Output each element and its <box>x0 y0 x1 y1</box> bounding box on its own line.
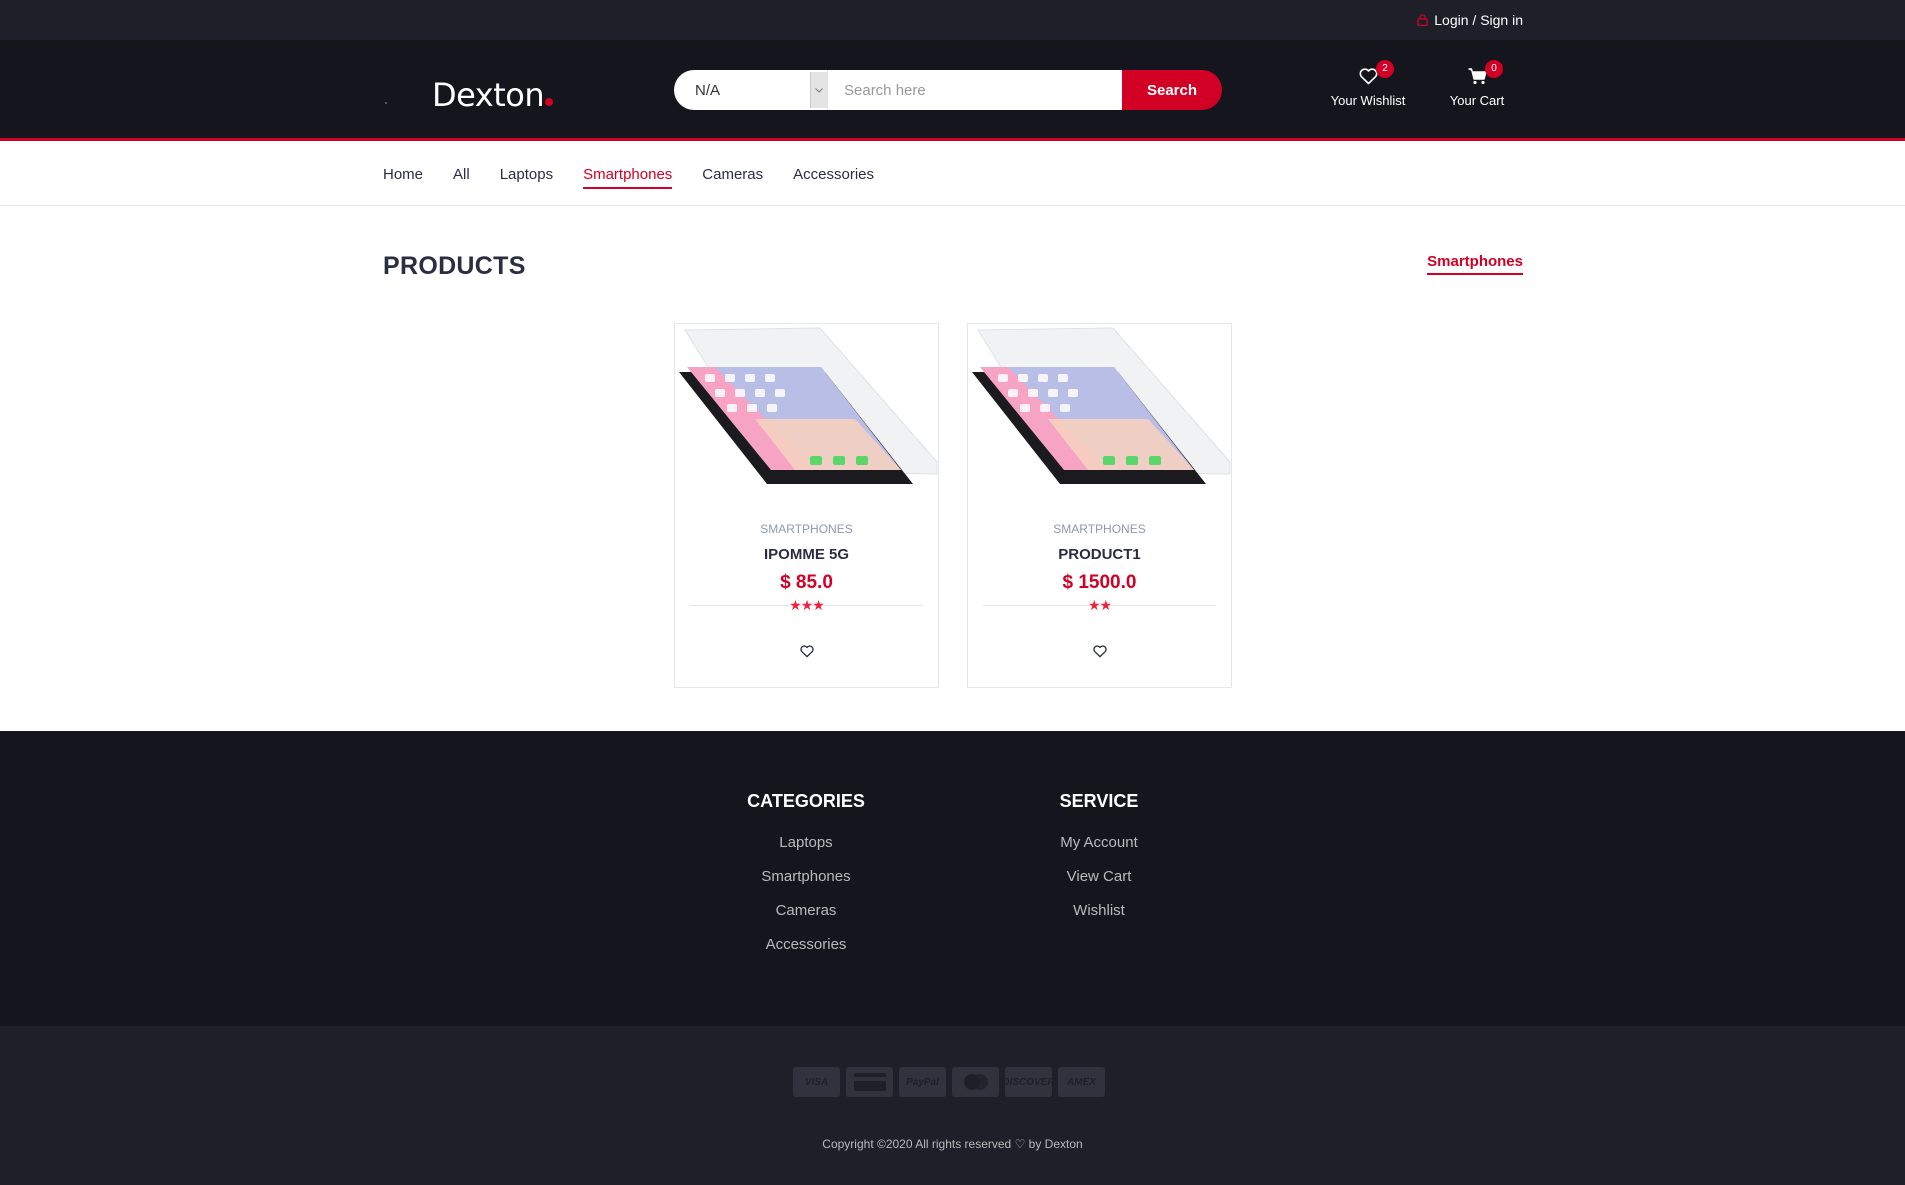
product-rating: ★★ <box>983 597 1216 629</box>
login-link[interactable]: Login / Sign in <box>1417 0 1523 40</box>
product-image[interactable] <box>675 324 938 504</box>
nav-item-smartphones[interactable]: Smartphones <box>583 166 673 189</box>
amex-icon: AMEX <box>1058 1067 1105 1097</box>
product-card: SMARTPHONES IPOMME 5G $ 85.0 ★★★ <box>674 323 939 688</box>
heart-icon <box>1359 68 1378 88</box>
search-button[interactable]: Search <box>1122 70 1222 110</box>
footer-service: SERVICE My Account View Cart Wishlist <box>999 791 1199 936</box>
cart-count-badge: 0 <box>1485 60 1503 78</box>
paypal-icon: PayPal <box>899 1067 946 1097</box>
product-card: SMARTPHONES PRODUCT1 $ 1500.0 ★★ <box>967 323 1232 688</box>
product-category: SMARTPHONES <box>1053 522 1146 536</box>
footer-service-title: SERVICE <box>1059 791 1139 811</box>
footer: CATEGORIES Laptops Smartphones Cameras A… <box>0 731 1905 1026</box>
active-filter-tab[interactable]: Smartphones <box>1427 253 1523 275</box>
nav-item-cameras[interactable]: Cameras <box>702 166 763 185</box>
category-select[interactable]: N/A <box>674 70 827 110</box>
cart-label: Your Cart <box>1449 93 1505 108</box>
footer-categories: CATEGORIES Laptops Smartphones Cameras A… <box>706 791 906 970</box>
wishlist-count-badge: 2 <box>1376 60 1394 78</box>
nav-item-laptops[interactable]: Laptops <box>500 166 553 185</box>
bottom-footer: VISA PayPal DISCOVER AMEX Copyright ©202… <box>0 1026 1905 1185</box>
main-navigation: Home All Laptops Smartphones Cameras Acc… <box>0 144 1905 206</box>
logo[interactable]: Dexton <box>432 76 554 114</box>
rating-stars: ★★★ <box>789 597 825 613</box>
heart-icon <box>799 645 814 663</box>
logo-text: Dexton <box>432 76 545 114</box>
top-bar: Login / Sign in <box>0 0 1905 40</box>
add-to-wishlist-button[interactable] <box>968 645 1231 663</box>
product-image[interactable] <box>968 324 1231 504</box>
footer-link-wishlist[interactable]: Wishlist <box>999 902 1199 919</box>
mastercard-icon <box>952 1067 999 1097</box>
logo-dot <box>545 98 554 106</box>
credit-card-icon <box>846 1067 893 1097</box>
product-name[interactable]: PRODUCT1 <box>968 546 1231 563</box>
product-name[interactable]: IPOMME 5G <box>675 546 938 563</box>
lock-icon <box>1417 14 1428 26</box>
search-bar: N/A Search <box>674 70 1222 110</box>
heart-icon <box>1092 645 1107 663</box>
footer-link-laptops[interactable]: Laptops <box>706 834 906 851</box>
footer-link-view-cart[interactable]: View Cart <box>999 868 1199 885</box>
copyright-text: Copyright ©2020 All rights reserved ♡ by… <box>822 1137 1083 1151</box>
product-price: $ 85.0 <box>780 572 833 593</box>
footer-link-my-account[interactable]: My Account <box>999 834 1199 851</box>
login-label: Login / Sign in <box>1434 12 1523 28</box>
cart-link[interactable]: 0 Your Cart <box>1432 60 1522 108</box>
product-rating: ★★★ <box>690 597 923 629</box>
add-to-wishlist-button[interactable] <box>675 645 938 663</box>
wishlist-link[interactable]: 2 Your Wishlist <box>1323 60 1413 108</box>
discover-icon: DISCOVER <box>1002 1067 1055 1097</box>
footer-link-accessories[interactable]: Accessories <box>706 936 906 953</box>
cart-icon <box>1468 68 1487 88</box>
chevron-down-icon[interactable] <box>810 72 827 108</box>
visa-icon: VISA <box>793 1067 840 1097</box>
product-category: SMARTPHONES <box>760 522 853 536</box>
page-title: PRODUCTS <box>383 252 526 280</box>
search-input[interactable] <box>827 70 1122 110</box>
wishlist-label: Your Wishlist <box>1330 93 1406 108</box>
product-price: $ 1500.0 <box>1062 572 1137 593</box>
footer-link-cameras[interactable]: Cameras <box>706 902 906 919</box>
footer-categories-title: CATEGORIES <box>747 791 865 811</box>
nav-item-home[interactable]: Home <box>383 166 423 185</box>
nav-item-accessories[interactable]: Accessories <box>793 166 874 185</box>
nav-item-all[interactable]: All <box>453 166 470 185</box>
payment-methods: VISA PayPal DISCOVER AMEX <box>793 1067 1105 1097</box>
category-select-value: N/A <box>695 81 721 99</box>
footer-link-smartphones[interactable]: Smartphones <box>706 868 906 885</box>
rating-stars: ★★ <box>1087 597 1112 613</box>
logo-mark <box>385 102 387 104</box>
